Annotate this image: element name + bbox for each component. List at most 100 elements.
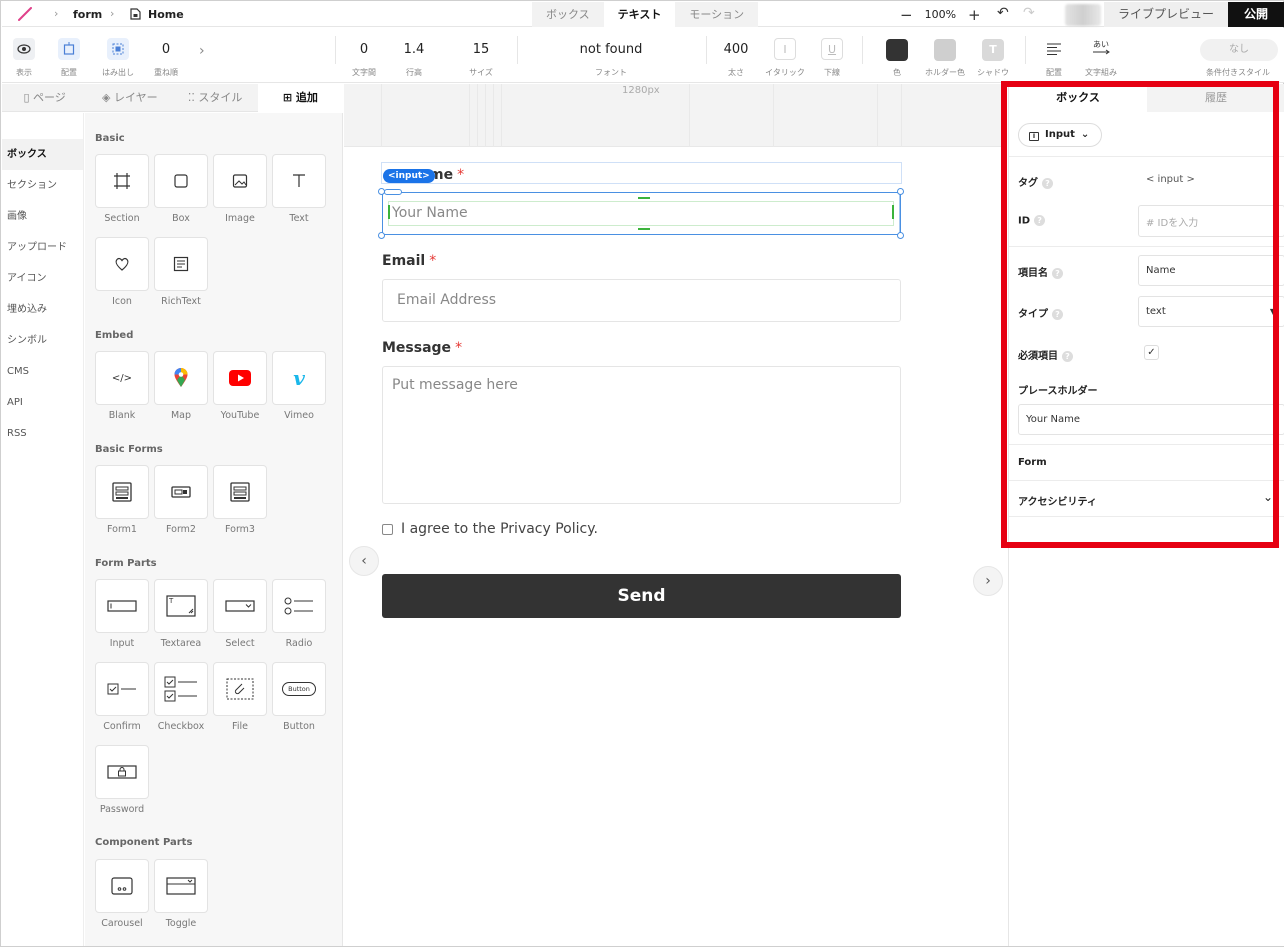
component-icon[interactable]: Icon <box>95 237 149 307</box>
tab-box-mode[interactable]: ボックス <box>532 2 604 27</box>
redo-icon[interactable]: ↷ <box>1023 5 1035 21</box>
breadcrumb-project[interactable]: form <box>73 8 102 21</box>
help-icon[interactable]: ? <box>1062 350 1073 362</box>
text-set-tool[interactable]: あい 文字組み <box>1085 28 1117 83</box>
tab-box-properties[interactable]: ボックス <box>1009 84 1147 112</box>
component-box[interactable]: Box <box>154 154 208 224</box>
component-file[interactable]: File <box>213 662 267 732</box>
component-blank[interactable]: </> Blank <box>95 351 149 421</box>
tab-add[interactable]: ⊞ 追加 <box>257 84 343 112</box>
element-type-dropdown[interactable]: I Input ⌄ <box>1018 123 1102 147</box>
chevron-right-icon[interactable]: › <box>199 43 205 59</box>
font-family-tool[interactable]: not found フォント <box>562 28 660 83</box>
text-color-tool[interactable]: 色 <box>885 28 909 83</box>
design-canvas[interactable]: 1280px me * <input> Your Name Email * Emai… <box>344 84 1007 946</box>
tab-text-mode[interactable]: テキスト <box>603 2 676 27</box>
category-embed[interactable]: 埋め込み <box>2 294 83 325</box>
category-cms[interactable]: CMS <box>2 356 83 387</box>
form-section-label[interactable]: Form <box>1018 457 1047 468</box>
drag-handle[interactable] <box>384 189 402 195</box>
help-icon[interactable]: ? <box>1052 267 1063 279</box>
component-vimeo[interactable]: v Vimeo <box>272 351 326 421</box>
component-form2[interactable]: Form2 <box>154 465 208 535</box>
component-confirm[interactable]: Confirm <box>95 662 149 732</box>
email-input[interactable]: Email Address <box>382 279 901 322</box>
category-upload[interactable]: アップロード <box>2 232 83 263</box>
breadcrumb-page[interactable]: Home <box>148 8 184 21</box>
category-section[interactable]: セクション <box>2 170 83 201</box>
chevron-down-icon[interactable]: ⌄ <box>1263 490 1273 504</box>
tab-motion-mode[interactable]: モーション <box>675 2 759 27</box>
undo-icon[interactable]: ↶ <box>997 5 1009 21</box>
tab-history[interactable]: 履歴 <box>1147 84 1284 112</box>
conditional-style-button[interactable]: なし <box>1200 39 1278 61</box>
help-icon[interactable]: ? <box>1052 308 1063 320</box>
category-api[interactable]: API <box>2 387 83 418</box>
tab-layer[interactable]: ◈ レイヤー <box>87 84 172 112</box>
component-password[interactable]: Password <box>95 745 149 815</box>
component-select[interactable]: Select <box>213 579 267 649</box>
letter-spacing-tool[interactable]: 0 文字間 <box>352 28 376 83</box>
z-index-tool[interactable]: 0 重ね順 <box>154 28 178 83</box>
tab-style[interactable]: ⁚⁚ スタイル <box>173 84 258 112</box>
privacy-agree[interactable]: I agree to the Privacy Policy. <box>382 521 598 537</box>
underline-tool[interactable]: U 下線 <box>820 28 844 83</box>
component-section[interactable]: Section <box>95 154 149 224</box>
send-button[interactable]: Send <box>382 574 901 618</box>
holder-color-swatch[interactable] <box>934 39 956 61</box>
shadow-tool[interactable]: T シャドウ <box>977 28 1009 83</box>
placement-tool[interactable]: 配置 <box>57 28 81 83</box>
text-color-swatch[interactable] <box>886 39 908 61</box>
accessibility-section[interactable]: アクセシビリティ <box>1018 493 1097 508</box>
publish-button[interactable]: 公開 <box>1228 2 1284 27</box>
zoom-level[interactable]: 100% <box>925 8 956 21</box>
category-image[interactable]: 画像 <box>2 201 83 232</box>
font-weight-tool[interactable]: 400 太さ <box>722 28 750 83</box>
collapse-right-panel-button[interactable]: › <box>973 566 1003 596</box>
required-checkbox[interactable]: ✓ <box>1144 345 1159 360</box>
help-icon[interactable]: ? <box>1042 177 1053 189</box>
component-map[interactable]: Map <box>154 351 208 421</box>
component-form3[interactable]: Form3 <box>213 465 267 535</box>
placeholder-input[interactable]: Your Name <box>1018 404 1284 435</box>
resize-handle[interactable] <box>897 232 904 239</box>
item-name-input[interactable]: Name <box>1138 255 1284 286</box>
live-preview-button[interactable]: ライブプレビュー <box>1104 2 1228 27</box>
component-textarea[interactable]: T Textarea <box>154 579 208 649</box>
holder-color-tool[interactable]: ホルダー色 <box>925 28 965 83</box>
shadow-icon[interactable]: T <box>982 39 1004 61</box>
italic-tool[interactable]: I イタリック <box>765 28 805 83</box>
component-checkbox[interactable]: Checkbox <box>154 662 208 732</box>
type-select[interactable]: text ▼ <box>1138 296 1284 327</box>
zoom-out-button[interactable]: − <box>900 6 913 24</box>
component-toggle[interactable]: Toggle <box>154 859 208 929</box>
app-logo-icon[interactable] <box>18 7 32 21</box>
component-richtext[interactable]: RichText <box>154 237 208 307</box>
category-symbol[interactable]: シンボル <box>2 325 83 356</box>
component-image[interactable]: Image <box>213 154 267 224</box>
resize-handle[interactable] <box>378 232 385 239</box>
category-box[interactable]: ボックス <box>2 139 83 170</box>
help-icon[interactable]: ? <box>1034 215 1046 226</box>
overflow-tool[interactable]: はみ出し <box>102 28 134 83</box>
display-tool[interactable]: 表示 <box>12 28 36 83</box>
category-rss[interactable]: RSS <box>2 418 83 449</box>
resize-handle[interactable] <box>897 188 904 195</box>
collapse-left-panel-button[interactable]: ‹ <box>349 546 379 576</box>
privacy-checkbox[interactable] <box>382 523 393 535</box>
category-icon[interactable]: アイコン <box>2 263 83 294</box>
text-align-tool[interactable]: 配置 <box>1042 28 1066 83</box>
component-form1[interactable]: Form1 <box>95 465 149 535</box>
component-text[interactable]: Text <box>272 154 326 224</box>
component-input[interactable]: Input <box>95 579 149 649</box>
line-height-tool[interactable]: 1.4 行高 <box>400 28 428 83</box>
component-radio[interactable]: Radio <box>272 579 326 649</box>
zoom-in-button[interactable]: + <box>968 6 981 24</box>
component-button[interactable]: Button Button <box>272 662 326 732</box>
avatar[interactable] <box>1065 4 1101 26</box>
font-size-tool[interactable]: 15 サイズ <box>467 28 495 83</box>
message-textarea[interactable]: Put message here <box>382 366 901 504</box>
tab-page[interactable]: ▯ ページ <box>2 84 87 112</box>
id-input[interactable]: # IDを入力 <box>1138 205 1284 237</box>
component-carousel[interactable]: Carousel <box>95 859 149 929</box>
